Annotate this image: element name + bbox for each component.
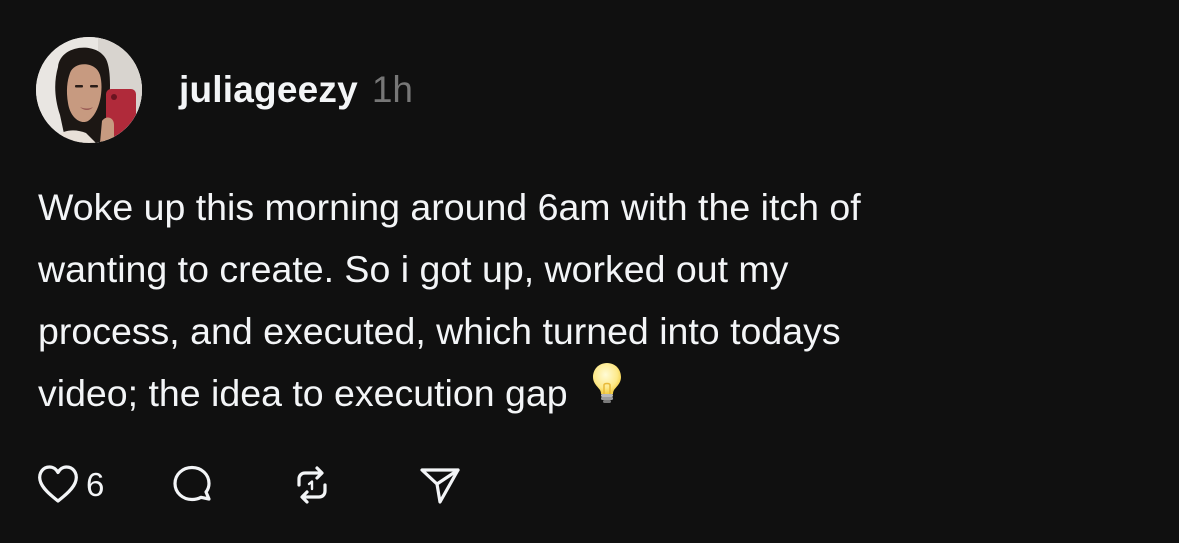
heart-icon	[36, 463, 80, 507]
post-text-line-last: video; the idea to execution gap	[38, 362, 1138, 427]
comment-bubble-icon	[168, 461, 216, 509]
post-header: juliageezy 1h	[179, 62, 413, 118]
timestamp: 1h	[371, 69, 414, 110]
repost-icon	[288, 461, 336, 509]
comment-button[interactable]	[168, 461, 216, 509]
send-icon	[416, 461, 464, 509]
lightbulb-icon	[592, 361, 622, 423]
post-text-line: process, and executed, which turned into…	[38, 310, 841, 352]
post-text-line: Woke up this morning around 6am with the…	[38, 186, 861, 228]
username[interactable]: juliageezy	[179, 69, 358, 111]
like-button[interactable]: 6	[36, 463, 104, 507]
like-count: 6	[86, 466, 105, 503]
repost-button[interactable]	[288, 461, 336, 509]
avatar-photo	[36, 37, 142, 143]
post-text-line: video; the idea to execution gap	[38, 372, 568, 414]
share-button[interactable]	[416, 461, 464, 509]
post-text: Woke up this morning around 6am with the…	[38, 176, 1138, 427]
thread-post: juliageezy 1h Woke up this morning aroun…	[0, 0, 1179, 543]
post-text-line: wanting to create. So i got up, worked o…	[38, 248, 789, 290]
avatar[interactable]	[36, 37, 142, 143]
post-actions: 6	[36, 458, 464, 512]
